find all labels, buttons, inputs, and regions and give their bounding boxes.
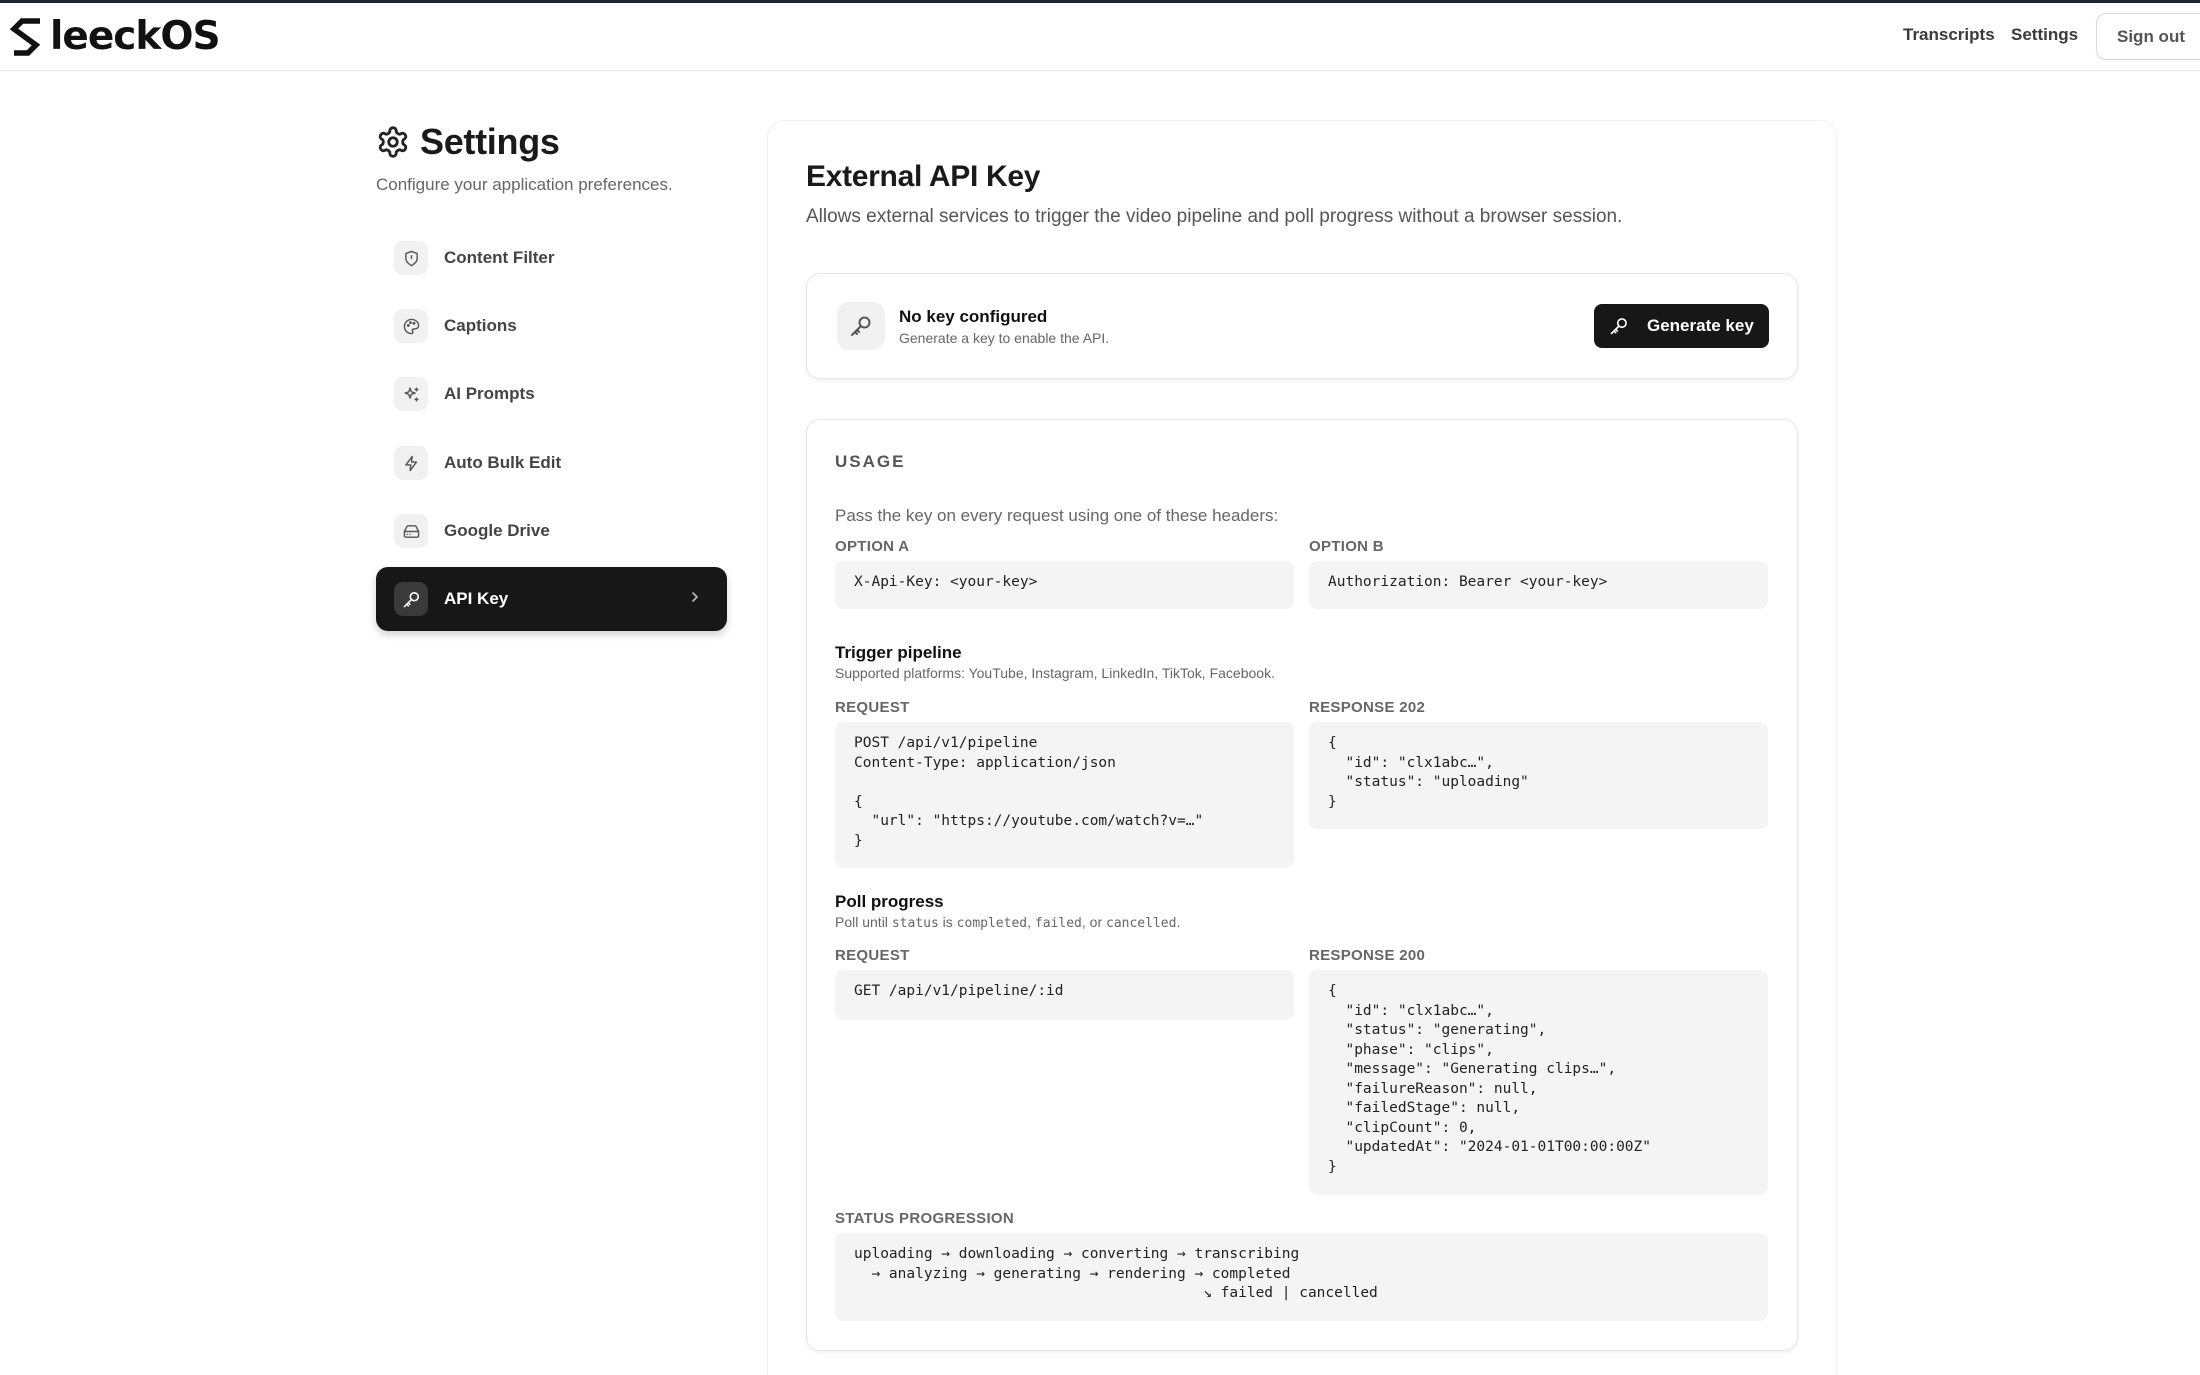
page-title: Settings (420, 121, 560, 162)
sidebar-item-api-key[interactable]: API Key (376, 567, 727, 631)
settings-heading: Settings (376, 118, 560, 166)
trigger-pipeline-title: Trigger pipeline (835, 643, 962, 662)
poll-progress-title: Poll progress (835, 892, 944, 911)
sign-out-button[interactable]: Sign out (2096, 13, 2200, 60)
sidebar-item-label: AI Prompts (444, 384, 535, 403)
generate-key-label: Generate key (1647, 316, 1754, 335)
trigger-request-label: REQUEST (835, 699, 910, 716)
zap-icon (394, 446, 428, 480)
sidebar-item-auto-bulk-edit[interactable]: Auto Bulk Edit (376, 431, 727, 495)
poll-response-label: RESPONSE 200 (1309, 947, 1426, 964)
logo-text: leeckOS (50, 14, 221, 59)
key-icon (837, 302, 885, 350)
nav-transcripts-link[interactable]: Transcripts (1903, 25, 1995, 45)
status-progression-code[interactable]: uploading → downloading → converting → t… (835, 1233, 1768, 1321)
trigger-request-code[interactable]: POST /api/v1/pipeline Content-Type: appl… (835, 722, 1294, 868)
trigger-pipeline-subtitle: Supported platforms: YouTube, Instagram,… (835, 665, 1275, 681)
poll-request-code[interactable]: GET /api/v1/pipeline/:id (835, 970, 1294, 1020)
sidebar-item-label: Auto Bulk Edit (444, 453, 562, 472)
nav-settings-link[interactable]: Settings (2011, 25, 2078, 45)
page-subtitle: Configure your application preferences. (376, 175, 673, 194)
trigger-response-label: RESPONSE 202 (1309, 699, 1426, 716)
section-title: External API Key (806, 160, 1041, 193)
option-a-label: OPTION A (835, 538, 910, 555)
logo-s-icon (10, 18, 41, 56)
api-key-status-card: No key configured Generate a key to enab… (806, 273, 1798, 379)
sidebar-item-label: Google Drive (444, 521, 550, 540)
sparkles-icon (394, 377, 428, 411)
key-status-subtitle: Generate a key to enable the API. (899, 330, 1110, 346)
trigger-response-code[interactable]: { "id": "clx1abc…", "status": "uploading… (1309, 722, 1768, 829)
status-progression-label: STATUS PROGRESSION (835, 1210, 1015, 1227)
usage-heading: USAGE (835, 452, 906, 471)
sidebar-item-google-drive[interactable]: Google Drive (376, 499, 727, 563)
top-navbar: leeckOS Transcripts Settings Sign out (0, 3, 2200, 71)
key-status-title: No key configured (899, 307, 1048, 326)
sidebar-item-label: Content Filter (444, 248, 555, 267)
poll-response-code[interactable]: { "id": "clx1abc…", "status": "generatin… (1309, 970, 1768, 1195)
palette-icon (394, 309, 428, 343)
chevron-right-icon (692, 592, 698, 602)
sidebar-item-captions[interactable]: Captions (376, 294, 727, 358)
sidebar-item-label: API Key (444, 589, 509, 608)
key-icon (394, 582, 428, 616)
sidebar-item-label: Captions (444, 316, 517, 335)
key-icon (1609, 316, 1629, 336)
section-description: Allows external services to trigger the … (806, 206, 1623, 227)
usage-intro: Pass the key on every request using one … (835, 506, 1279, 525)
generate-key-button[interactable]: Generate key (1594, 304, 1769, 348)
sidebar-item-content-filter[interactable]: Content Filter (376, 226, 727, 290)
gear-icon (378, 126, 408, 158)
hard-drive-icon (394, 514, 428, 548)
poll-request-label: REQUEST (835, 947, 910, 964)
option-a-code[interactable]: X-Api-Key: <your-key> (835, 561, 1294, 609)
option-b-code[interactable]: Authorization: Bearer <your-key> (1309, 561, 1768, 609)
poll-progress-subtitle: Poll until status is completed, failed, … (835, 914, 1181, 931)
sleeckos-logo[interactable]: leeckOS (10, 14, 221, 59)
sidebar-item-ai-prompts[interactable]: AI Prompts (376, 362, 727, 426)
option-b-label: OPTION B (1309, 538, 1384, 555)
shield-icon (394, 241, 428, 275)
